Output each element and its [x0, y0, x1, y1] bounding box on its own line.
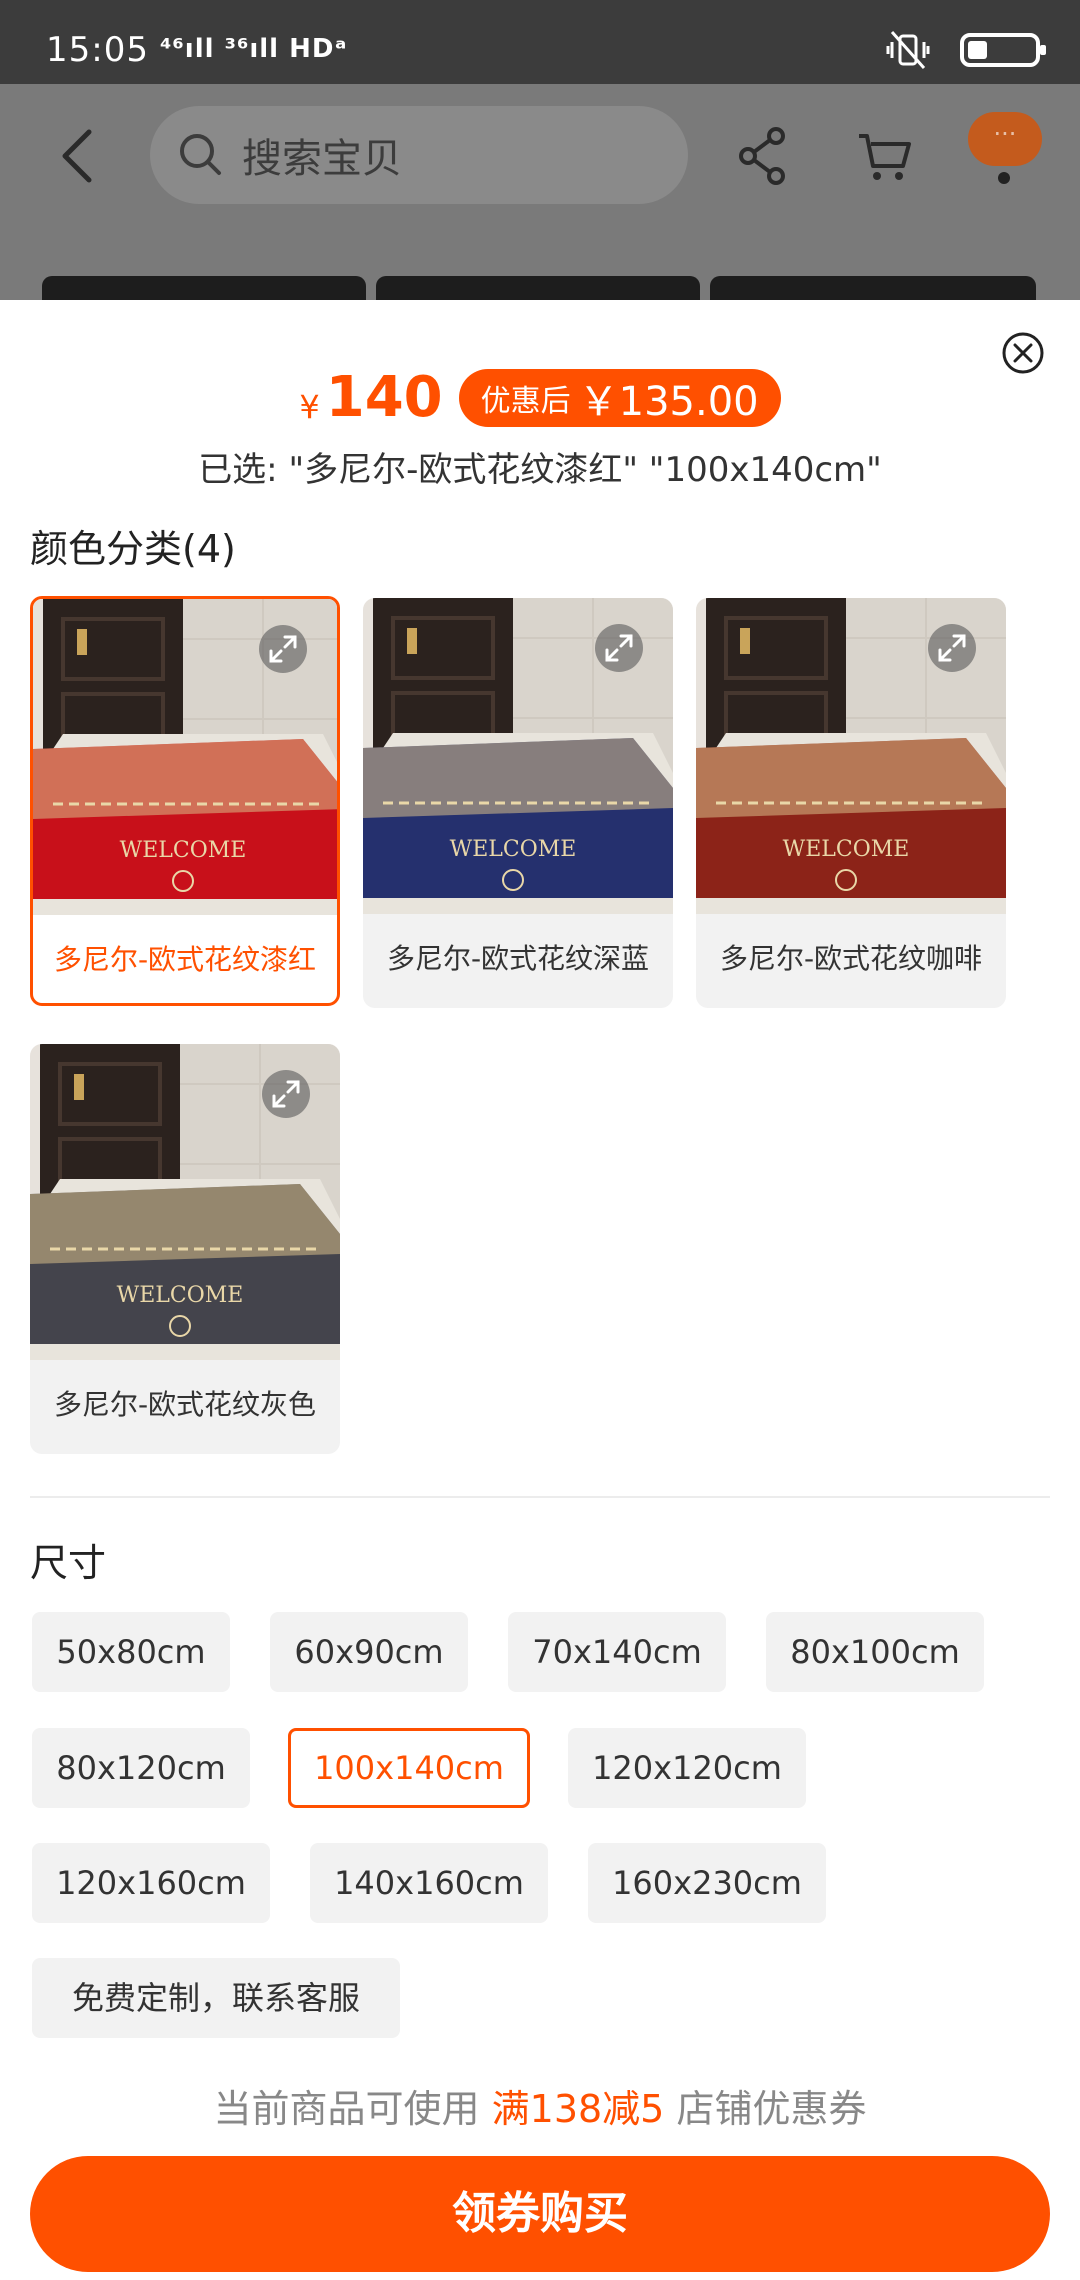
coupon-notice: 当前商品可使用 满138减5 店铺优惠券 [0, 2078, 1080, 2133]
size-option[interactable]: 100x140cm [288, 1728, 530, 1808]
signal-indicator: ⁴⁶ıll ³⁶ıll HDᵃ [160, 34, 348, 64]
search-icon [180, 134, 221, 175]
svg-text:WELCOME: WELCOME [117, 1283, 244, 1308]
top-bar: 搜索宝贝 ··· [0, 84, 1080, 228]
color-option-label: 多尼尔-欧式花纹灰色 [53, 1388, 317, 1421]
more-button[interactable]: ··· [968, 112, 1042, 166]
promo-price: ￥135.00 [578, 378, 759, 425]
expand-icon[interactable] [262, 1070, 310, 1118]
color-option-label: 多尼尔-欧式花纹深蓝 [386, 942, 650, 975]
svg-text:WELCOME: WELCOME [783, 837, 910, 862]
size-option[interactable]: 80x120cm [32, 1728, 250, 1808]
back-arrow-icon[interactable] [55, 126, 103, 186]
size-option[interactable]: 120x120cm [568, 1728, 806, 1808]
divider [30, 1496, 1050, 1498]
size-option[interactable]: 120x160cm [32, 1843, 270, 1923]
search-placeholder: 搜索宝贝 [242, 136, 402, 182]
coupon-suffix: 店铺优惠券 [676, 2087, 867, 2131]
cart-icon[interactable] [855, 126, 915, 186]
expand-icon[interactable] [928, 624, 976, 672]
notification-dot [998, 172, 1010, 184]
search-input[interactable]: 搜索宝贝 [150, 106, 688, 204]
svg-text:WELCOME: WELCOME [450, 837, 577, 862]
status-bar: 15:05 ⁴⁶ıll ³⁶ıll HDᵃ [0, 0, 1080, 84]
battery-icon [960, 33, 1046, 67]
size-option[interactable]: 50x80cm [32, 1612, 230, 1692]
size-option[interactable]: 免费定制，联系客服 [32, 1958, 400, 2038]
color-option-label: 多尼尔-欧式花纹漆红 [53, 943, 317, 976]
buy-button[interactable]: 领券购买 [30, 2156, 1050, 2272]
selected-summary: 已选: "多尼尔-欧式花纹漆红" "100x140cm" [198, 450, 882, 490]
color-section-title: 颜色分类(4) [30, 527, 236, 571]
size-section-title: 尺寸 [30, 1541, 107, 1585]
share-icon[interactable] [738, 126, 788, 186]
vibrate-off-icon [886, 31, 930, 69]
price-value: 140 [325, 365, 443, 430]
size-option[interactable]: 70x140cm [508, 1612, 726, 1692]
color-option[interactable]: WELCOME 多尼尔-欧式花纹咖啡 [696, 598, 1006, 1008]
color-option-label: 多尼尔-欧式花纹咖啡 [719, 942, 983, 975]
color-option[interactable]: WELCOME 多尼尔-欧式花纹深蓝 [363, 598, 673, 1008]
color-option[interactable]: WELCOME 多尼尔-欧式花纹灰色 [30, 1044, 340, 1454]
size-option[interactable]: 140x160cm [310, 1843, 548, 1923]
size-option[interactable]: 80x100cm [766, 1612, 984, 1692]
background-content [0, 228, 1080, 300]
coupon-highlight: 满138减5 [491, 2087, 665, 2131]
coupon-prefix: 当前商品可使用 [213, 2087, 480, 2131]
color-option[interactable]: WELCOME 多尼尔-欧式花纹漆红 [30, 596, 340, 1006]
size-option[interactable]: 160x230cm [588, 1843, 826, 1923]
promo-label: 优惠后 [480, 383, 571, 419]
status-time: 15:05 [46, 30, 149, 70]
price-currency: ¥ [299, 387, 320, 426]
status-right [886, 30, 1046, 70]
size-option[interactable]: 60x90cm [270, 1612, 468, 1692]
expand-icon[interactable] [259, 625, 307, 673]
promo-price-badge: 优惠后 ￥135.00 [458, 368, 781, 427]
price-row: ¥ 140 优惠后 ￥135.00 [0, 365, 1080, 430]
expand-icon[interactable] [595, 624, 643, 672]
svg-text:WELCOME: WELCOME [120, 838, 247, 863]
